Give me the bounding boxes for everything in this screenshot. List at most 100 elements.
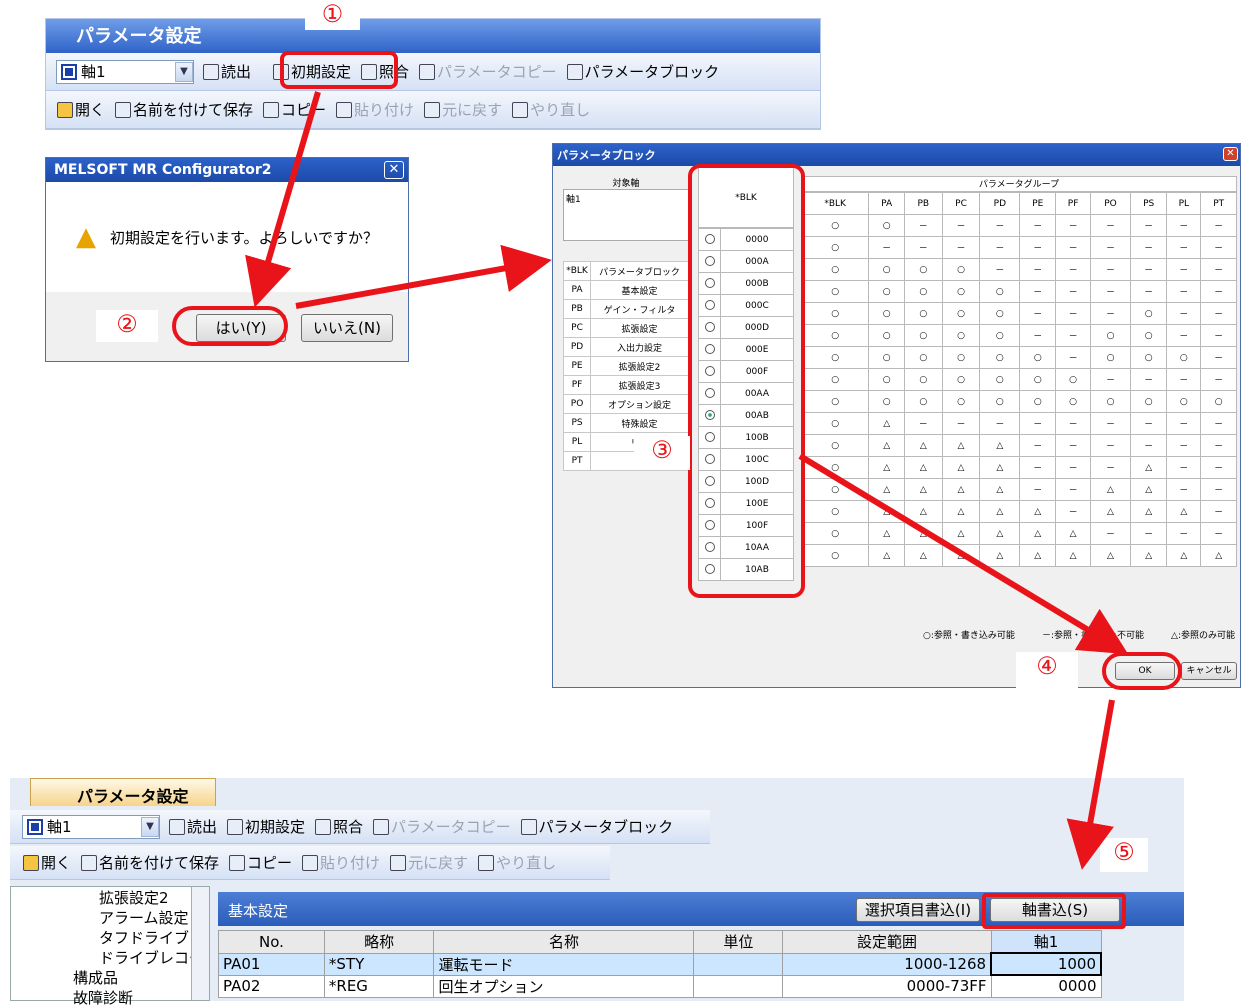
group-cell: －: [1089, 236, 1132, 259]
group-legend-row: PS 特殊設定: [562, 413, 689, 433]
group-cell: △: [1019, 500, 1057, 523]
axis-icon: [61, 63, 77, 80]
group-col-header: PT: [1200, 192, 1237, 215]
group-cell: ○: [1130, 324, 1168, 347]
tree-item[interactable]: 構成品: [11, 967, 209, 987]
param-copy-button[interactable]: パラメータコピー: [414, 59, 562, 85]
group-cell: △: [868, 456, 906, 479]
group-cell: －: [1166, 434, 1202, 457]
group-cell: ○: [800, 280, 870, 303]
group-cell: －: [1200, 236, 1237, 259]
group-col-header: PD: [979, 192, 1021, 215]
paste-button[interactable]: 貼り付け: [331, 97, 419, 123]
group-cell: ○: [979, 324, 1021, 347]
param-cell: [693, 952, 784, 976]
save-as-button[interactable]: 名前を付けて保存: [110, 97, 258, 123]
group-cell: －: [1019, 478, 1057, 501]
group-cell: －: [979, 236, 1021, 259]
write-selected-button[interactable]: 選択項目書込(I): [856, 898, 980, 922]
group-cell: ○: [800, 456, 870, 479]
group-cell: △: [941, 522, 981, 545]
dialog-title: MELSOFT MR Configurator2 ✕: [46, 158, 408, 182]
block-icon: [520, 818, 537, 835]
group-cell: ○: [904, 302, 943, 325]
tree-item[interactable]: ドライブレコー: [11, 947, 209, 967]
param-row[interactable]: PA01 *STY 運転モード 1000-1268 1000: [218, 952, 1102, 976]
group-cell: ○: [868, 390, 906, 413]
warning-icon: ▲: [76, 222, 96, 252]
group-cell: －: [1130, 280, 1168, 303]
legend: ○:参照・書き込み可能 －:参照・書き込み不可能 △:参照のみ可能: [923, 631, 1235, 641]
copy-button[interactable]: コピー: [258, 97, 331, 123]
group-col-header: PO: [1089, 192, 1132, 215]
paste-button[interactable]: 貼り付け: [297, 850, 385, 876]
group-cell: －: [1089, 522, 1132, 545]
group-row: ○ ○ ○ ○ ○ －－－ ○ －－: [800, 302, 1237, 325]
axis1-value-input[interactable]: 0000: [990, 974, 1102, 998]
param-copy-button[interactable]: パラメータコピー: [368, 814, 516, 840]
group-legend-cell: PE: [562, 356, 592, 376]
redo-icon: [512, 101, 529, 118]
group-cell: －: [1055, 456, 1091, 479]
read-button[interactable]: 読出: [198, 59, 256, 85]
redo-button[interactable]: やり直し: [473, 850, 561, 876]
axis1-value-input[interactable]: 1000: [990, 952, 1102, 976]
tree-item[interactable]: 拡張設定2: [11, 887, 209, 907]
group-header: パラメータグループ: [801, 176, 1237, 192]
redo-button[interactable]: やり直し: [507, 97, 595, 123]
group-cell: －: [1200, 456, 1237, 479]
group-cell: －: [979, 214, 1021, 237]
axis-listbox[interactable]: 軸1: [563, 189, 689, 241]
group-cell: ○: [941, 258, 981, 281]
init-settings-button[interactable]: 初期設定: [222, 814, 310, 840]
group-cell: △: [904, 456, 943, 479]
group-cell: －: [1089, 258, 1132, 281]
save-as-button[interactable]: 名前を付けて保存: [76, 850, 224, 876]
tree-item[interactable]: タフドライブ: [11, 927, 209, 947]
group-cell: －: [1055, 500, 1091, 523]
read-button[interactable]: 読出: [164, 814, 222, 840]
group-cell: －: [1055, 412, 1091, 435]
group-cell: ○: [1130, 302, 1168, 325]
copy-button[interactable]: コピー: [224, 850, 297, 876]
cancel-button[interactable]: キャンセル: [1181, 662, 1237, 680]
axis-list: 対象軸 軸1 *BLK パラメータブロック PA 基本設定 PB ゲイン・フィルタ PC 拡張…: [562, 176, 689, 471]
tab-param-settings[interactable]: パラメータ設定 ×: [30, 778, 216, 826]
param-row[interactable]: PA02 *REG 回生オプション 0000-73FF 0000: [218, 974, 1102, 998]
chevron-down-icon[interactable]: ▼: [141, 816, 159, 837]
open-button[interactable]: 開く: [18, 850, 76, 876]
param-block-button[interactable]: パラメータブロック: [562, 59, 725, 85]
tree-item[interactable]: アラーム設定: [11, 907, 209, 927]
save-icon: [115, 101, 132, 118]
group-legend-row: PC 拡張設定: [562, 318, 689, 338]
group-cell: ○: [868, 368, 906, 391]
group-cell: －: [1130, 258, 1168, 281]
axis-select[interactable]: 軸1 ▼: [22, 814, 160, 839]
open-button[interactable]: 開く: [52, 97, 110, 123]
chevron-down-icon[interactable]: ▼: [175, 61, 193, 82]
group-row: ○ ○ ○ ○ ○ ○ － ○ ○ ○ －: [800, 346, 1237, 369]
close-icon[interactable]: ✕: [1223, 147, 1238, 161]
undo-button[interactable]: 元に戻す: [419, 97, 507, 123]
axis-select[interactable]: 軸1 ▼: [56, 59, 194, 84]
group-cell: －: [1200, 412, 1237, 435]
top-toolbar-row2: 開く 名前を付けて保存 コピー 貼り付け 元に戻す やり直し: [46, 91, 820, 129]
group-cell: －: [1130, 434, 1168, 457]
group-col-header: PB: [904, 192, 943, 215]
group-row: ○ △ －－－－－－－－－: [800, 412, 1237, 435]
no-button[interactable]: いいえ(N): [301, 314, 393, 342]
group-cell: －: [1130, 236, 1168, 259]
tree-scrollbar[interactable]: [191, 887, 209, 1000]
close-icon[interactable]: ✕: [384, 161, 404, 179]
group-cell: －: [1055, 346, 1091, 369]
group-cell: ○: [979, 280, 1021, 303]
undo-button[interactable]: 元に戻す: [385, 850, 473, 876]
undo-icon: [424, 101, 441, 118]
tree-item[interactable]: 故障診断: [11, 987, 209, 1007]
param-block-button[interactable]: パラメータブロック: [516, 814, 679, 840]
group-cell: －: [1055, 434, 1091, 457]
verify-button[interactable]: 照合: [310, 814, 368, 840]
group-cell: －: [1019, 412, 1057, 435]
top-title: パラメータ設定: [46, 19, 820, 53]
param-col-header: 略称: [323, 930, 435, 954]
